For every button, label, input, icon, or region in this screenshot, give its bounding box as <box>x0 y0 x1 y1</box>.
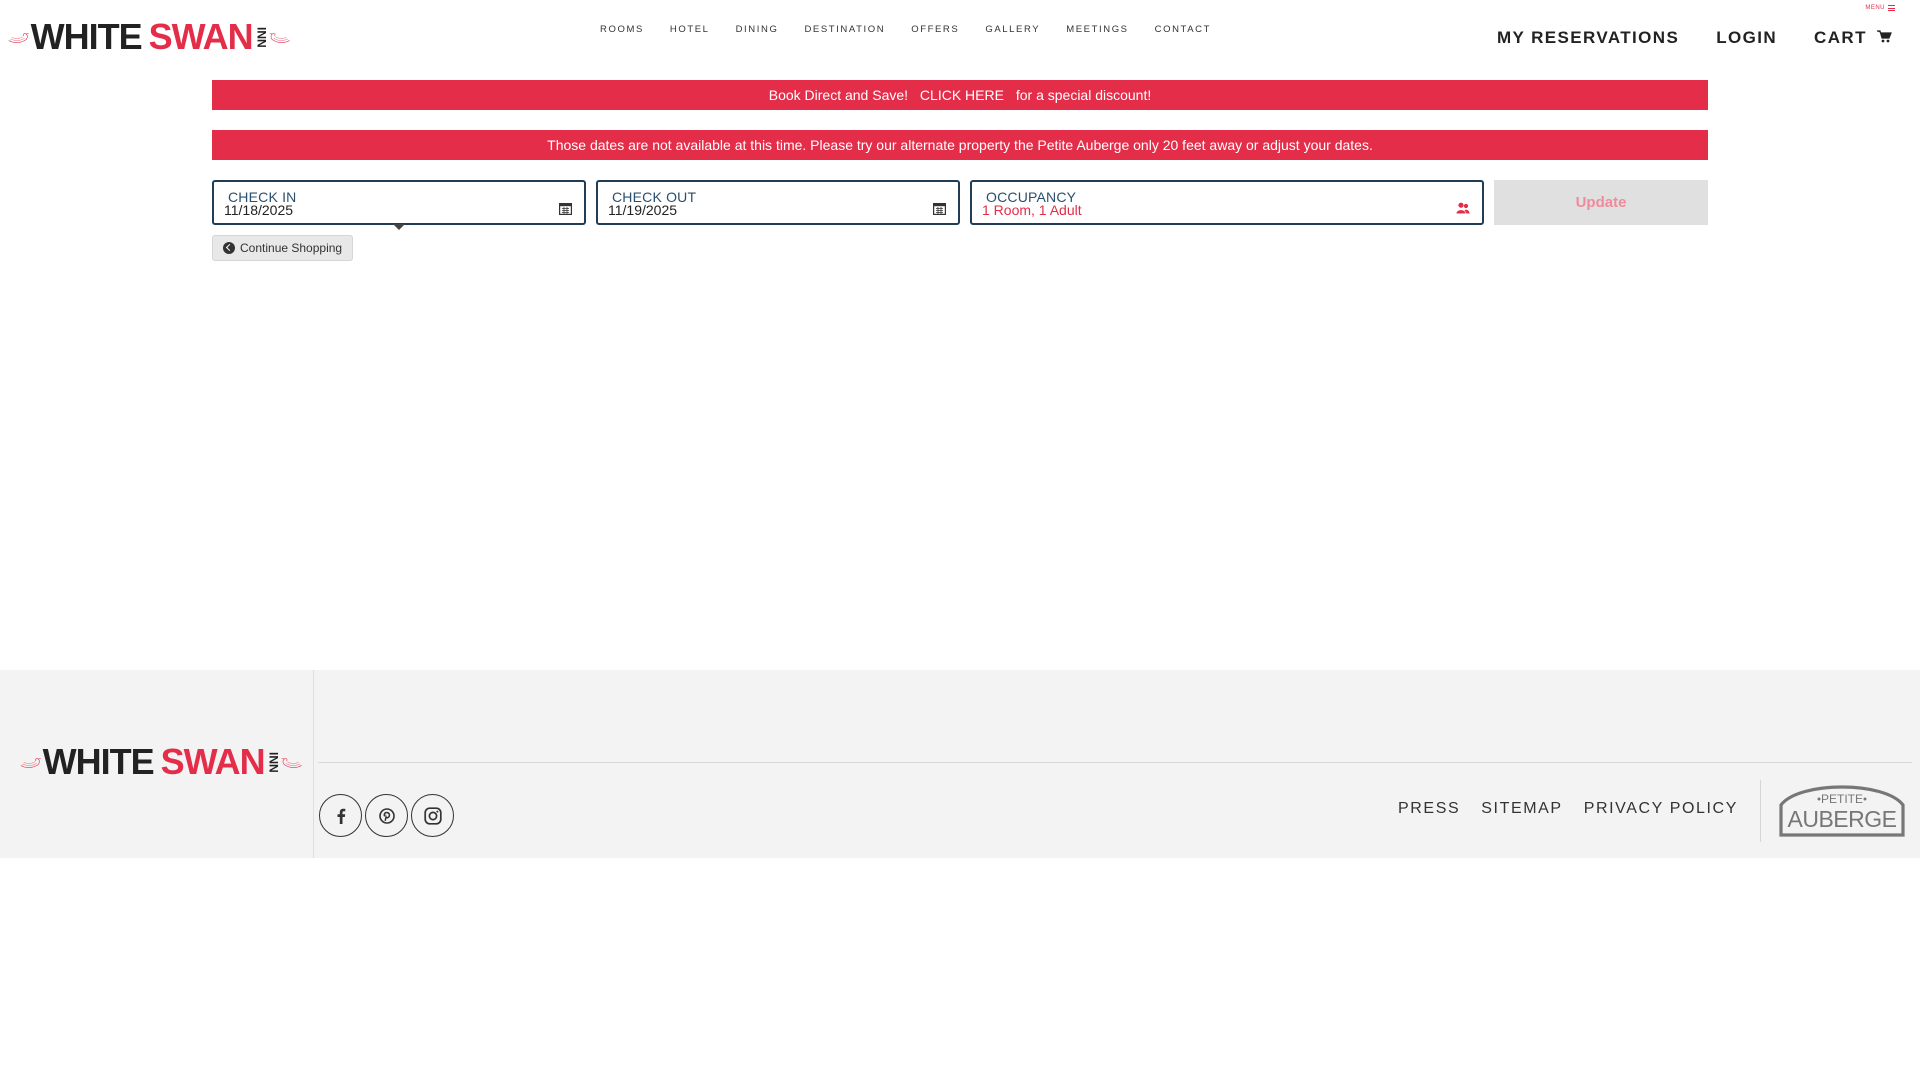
promo-tail: for a special discount! <box>1015 87 1152 103</box>
nav-offers[interactable]: OFFERS <box>911 24 959 35</box>
datepicker-caret <box>393 224 405 230</box>
footer-vertical-divider <box>1760 780 1761 842</box>
continue-shopping-label: Continue Shopping <box>240 241 343 255</box>
availability-alert: Those dates are not available at this ti… <box>212 130 1708 160</box>
social-links <box>319 794 454 837</box>
occupancy-value: 1 Room, 1 Adult <box>982 202 1082 218</box>
menu-toggle[interactable]: MENU <box>1865 5 1895 11</box>
promo-click-here-link[interactable]: CLICK HERE <box>920 87 1004 103</box>
nav-destination[interactable]: DESTINATION <box>804 24 885 35</box>
users-icon <box>1456 202 1470 214</box>
footer-links: PRESS SITEMAP PRIVACY POLICY <box>1377 800 1738 818</box>
nav-hotel[interactable]: HOTEL <box>670 24 710 35</box>
checkin-value: 11/18/2025 <box>224 202 294 218</box>
instagram-icon <box>423 806 442 825</box>
petite-large-text: AUBERGE <box>1788 806 1897 832</box>
nav-contact[interactable]: CONTACT <box>1155 24 1211 35</box>
instagram-link[interactable] <box>411 794 454 837</box>
facebook-icon <box>337 808 345 824</box>
logo-word-swan: SWAN <box>160 741 266 782</box>
cart-icon <box>1877 30 1892 43</box>
footer-brand-logo[interactable]: WHITE SWAN INN <box>20 743 302 781</box>
petite-auberge-logo[interactable]: PETITE AUBERGE <box>1779 777 1905 837</box>
facebook-link[interactable] <box>319 794 362 837</box>
nav-rooms[interactable]: ROOMS <box>600 24 644 35</box>
calendar-icon <box>559 203 572 215</box>
swan-left-icon <box>8 32 29 43</box>
promo-banner: Book Direct and Save! CLICK HERE for a s… <box>212 80 1708 110</box>
pinterest-icon <box>378 807 395 824</box>
petite-small-text: PETITE <box>1821 792 1863 806</box>
swan-left-icon <box>20 757 41 768</box>
pinterest-link[interactable] <box>365 794 408 837</box>
continue-shopping-button[interactable]: Continue Shopping <box>212 235 354 261</box>
my-reservations-link[interactable]: MY RESERVATIONS <box>1497 28 1679 48</box>
login-link[interactable]: LOGIN <box>1716 28 1777 48</box>
petite-auberge-badge: PETITE AUBERGE <box>1779 785 1905 837</box>
main-nav: ROOMS HOTEL DINING DESTINATION OFFERS GA… <box>600 24 1237 35</box>
logo-word-inn: INN <box>254 26 269 48</box>
cart-label: CART <box>1814 28 1867 47</box>
site-footer: WHITE SWAN INN PRESS SITEMAP PRIVACY POL… <box>0 670 1920 858</box>
hamburger-icon <box>1888 5 1895 11</box>
logo-word-inn: INN <box>266 751 281 773</box>
checkout-field[interactable]: CHECK OUT 11/19/2025 <box>596 180 960 225</box>
brand-logo[interactable]: WHITE SWAN INN <box>8 18 290 56</box>
logo-word-white: WHITE <box>30 16 143 57</box>
checkin-field[interactable]: CHECK IN 11/18/2025 <box>212 180 586 225</box>
calendar-icon <box>933 203 946 215</box>
logo-word-white: WHITE <box>42 741 155 782</box>
promo-lead: Book Direct and Save! <box>768 87 909 103</box>
account-nav: MY RESERVATIONS LOGIN CART <box>1460 28 1892 48</box>
nav-meetings[interactable]: MEETINGS <box>1066 24 1128 35</box>
occupancy-field[interactable]: OCCUPANCY 1 Room, 1 Adult <box>970 180 1484 225</box>
footer-link-privacy-policy[interactable]: PRIVACY POLICY <box>1584 800 1738 818</box>
site-header: WHITE SWAN INN ROOMS HOTEL DINING DESTIN… <box>0 0 1920 76</box>
cart-link[interactable]: CART <box>1814 28 1892 48</box>
nav-gallery[interactable]: GALLERY <box>985 24 1040 35</box>
nav-dining[interactable]: DINING <box>736 24 779 35</box>
alert-message: Those dates are not available at this ti… <box>547 137 1373 153</box>
checkout-value: 11/19/2025 <box>608 202 678 218</box>
footer-link-press[interactable]: PRESS <box>1398 800 1460 818</box>
swan-right-icon <box>269 32 290 43</box>
footer-brand-panel: WHITE SWAN INN <box>0 670 314 858</box>
menu-label: MENU <box>1865 5 1885 11</box>
footer-divider-line <box>318 762 1912 763</box>
update-button[interactable]: Update <box>1494 180 1708 225</box>
footer-link-sitemap[interactable]: SITEMAP <box>1481 800 1562 818</box>
logo-word-swan: SWAN <box>148 16 254 57</box>
chevron-left-icon <box>223 242 235 254</box>
swan-right-icon <box>281 757 302 768</box>
